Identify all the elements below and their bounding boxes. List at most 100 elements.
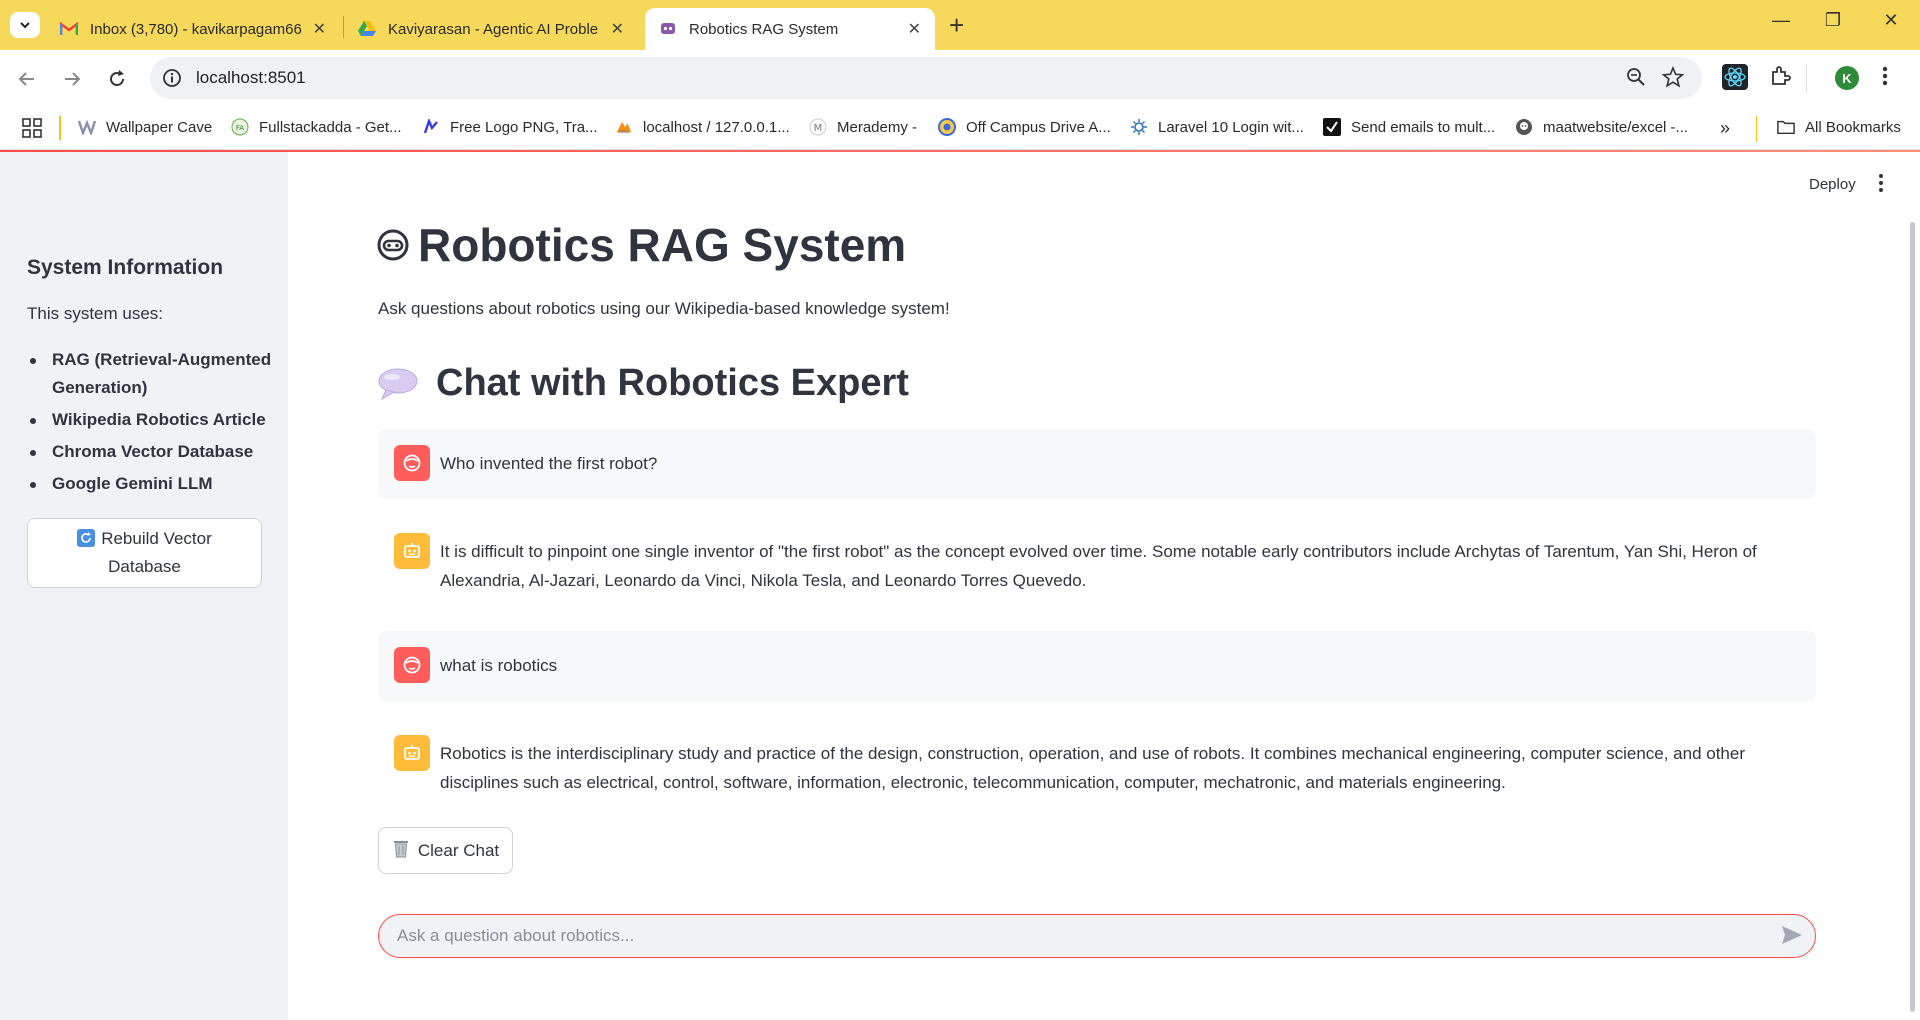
bookmark-item[interactable]: Send emails to mult... [1323, 118, 1495, 136]
svg-text:FA: FA [236, 124, 244, 132]
email-icon [1323, 118, 1341, 136]
fullstackadda-icon: FA [231, 118, 249, 136]
browser-toolbar: localhost:8501 [0, 50, 1920, 108]
react-devtools-icon[interactable] [1722, 64, 1748, 95]
address-bar[interactable]: localhost:8501 [150, 57, 1702, 99]
back-button[interactable] [12, 64, 42, 94]
close-icon[interactable]: ✕ [900, 19, 921, 39]
chat-header: Chat with Robotics Expert [376, 362, 909, 405]
page-subtitle: Ask questions about robotics using our W… [378, 299, 950, 318]
off-campus-icon [938, 118, 956, 136]
browser-menu-icon[interactable] [1880, 64, 1890, 93]
bookmark-item[interactable]: PMA localhost / 127.0.0.1... [615, 118, 790, 136]
tab-title: Inbox (3,780) - kavikarpagam66 [90, 20, 302, 38]
phpmyadmin-icon: PMA [615, 118, 633, 136]
merademy-icon: M [809, 118, 827, 136]
google-drive-icon [358, 20, 376, 38]
arrow-right-icon [65, 72, 81, 86]
clear-chat-button[interactable]: Clear Chat [378, 827, 513, 874]
extensions-icon[interactable] [1768, 64, 1792, 93]
main-content: Deploy Robotics RAG System Ask questions… [288, 152, 1920, 1020]
bookmarks-divider [59, 116, 61, 140]
zoom-icon[interactable] [1626, 67, 1646, 92]
url-text: localhost:8501 [196, 68, 306, 87]
chat-message-assistant: Robotics is the interdisciplinary study … [378, 719, 1816, 819]
tab-title: Kaviyarasan - Agentic AI Proble [388, 20, 599, 38]
chat-message-assistant: It is difficult to pinpoint one single i… [378, 517, 1816, 617]
reload-icon [110, 70, 124, 86]
tab-strip: Inbox (3,780) - kavikarpagam66 ✕ Kaviyar… [0, 0, 1920, 50]
bookmark-item[interactable]: FA Fullstackadda - Get... [231, 118, 402, 136]
user-avatar-icon [394, 445, 430, 481]
forward-button[interactable] [57, 64, 87, 94]
message-text: Robotics is the interdisciplinary study … [440, 744, 1746, 792]
tab-search-button[interactable] [10, 12, 40, 38]
site-info-icon[interactable] [162, 68, 182, 93]
folder-icon [1777, 118, 1795, 136]
bookmarks-bar: Wallpaper Cave FA Fullstackadda - Get...… [0, 108, 1920, 150]
github-icon [1515, 118, 1533, 136]
bookmark-star-icon[interactable] [1661, 65, 1685, 93]
restore-icon[interactable]: ❐ [1810, 10, 1856, 31]
bookmark-item[interactable]: Laravel 10 Login wit... [1130, 118, 1304, 136]
chat-header-text: Chat with Robotics Expert [436, 362, 909, 404]
robot-face-icon [376, 228, 410, 262]
sidebar-title: System Information [27, 256, 224, 279]
list-item: Wikipedia Robotics Article [30, 406, 272, 434]
close-icon[interactable]: ✕ [603, 19, 624, 39]
sidebar: System Information This system uses: RAG… [0, 152, 288, 1020]
tab-google-drive[interactable]: Kaviyarasan - Agentic AI Proble ✕ [344, 8, 638, 50]
bookmark-item[interactable]: M Merademy - [809, 118, 917, 136]
user-avatar-icon [394, 647, 430, 683]
svg-text:M: M [814, 123, 823, 134]
arrow-left-icon [18, 72, 34, 86]
page-title-text: Robotics RAG System [418, 219, 907, 271]
bookmarks-divider [1756, 116, 1757, 142]
more-bookmarks-icon[interactable]: » [1720, 118, 1730, 139]
list-item: RAG (Retrieval-Augmented Generation) [30, 346, 272, 402]
tab-robotics-rag[interactable]: Robotics RAG System ✕ [645, 8, 935, 50]
toolbar-divider [1806, 64, 1807, 92]
window-close-icon[interactable]: ✕ [1868, 10, 1914, 31]
apps-grid-icon[interactable] [22, 118, 42, 138]
speech-bubble-icon [376, 366, 420, 402]
rebuild-vector-database-button[interactable]: Rebuild Vector Database [27, 518, 262, 588]
chat-message-user: Who invented the first robot? [378, 429, 1816, 499]
assistant-avatar-icon [394, 533, 430, 569]
send-icon[interactable] [1781, 925, 1803, 950]
chat-input-box [378, 914, 1816, 958]
profile-avatar[interactable]: K [1835, 66, 1859, 90]
bookmark-item[interactable]: Wallpaper Cave [78, 118, 212, 136]
bookmark-item[interactable]: Free Logo PNG, Tra... [422, 118, 598, 136]
message-text: what is robotics [440, 656, 558, 675]
streamlit-icon [659, 20, 677, 38]
list-item: Chroma Vector Database [30, 438, 272, 466]
page-title: Robotics RAG System [376, 218, 906, 272]
list-item: Google Gemini LLM [30, 470, 272, 498]
rebuild-button-label: Rebuild Vector Database [101, 529, 212, 576]
reload-button[interactable] [102, 64, 132, 94]
gmail-icon [60, 20, 78, 38]
message-text: Who invented the first robot? [440, 454, 658, 473]
message-text: It is difficult to pinpoint one single i… [440, 542, 1757, 590]
scrollbar[interactable] [1910, 222, 1915, 1012]
close-icon[interactable]: ✕ [305, 19, 326, 39]
assistant-avatar-icon [394, 735, 430, 771]
bookmark-item[interactable]: Off Campus Drive A... [938, 118, 1111, 136]
tab-gmail[interactable]: Inbox (3,780) - kavikarpagam66 ✕ [46, 8, 340, 50]
tab-title: Robotics RAG System [689, 20, 839, 38]
svg-text:PMA: PMA [619, 129, 630, 135]
minimize-icon[interactable]: — [1758, 10, 1804, 31]
sidebar-intro: This system uses: [27, 304, 164, 323]
chat-input[interactable] [397, 915, 1737, 956]
all-bookmarks-button[interactable]: All Bookmarks [1777, 118, 1901, 136]
chat-message-user: what is robotics [378, 631, 1816, 701]
bookmark-item[interactable]: maatwebsite/excel -... [1515, 118, 1688, 136]
logo-png-icon [422, 118, 440, 136]
wallpaper-cave-icon [78, 118, 96, 136]
app-menu-icon[interactable] [1877, 172, 1885, 199]
sidebar-feature-list: RAG (Retrieval-Augmented Generation) Wik… [30, 346, 272, 502]
new-tab-button[interactable]: + [949, 12, 964, 38]
deploy-button[interactable]: Deploy [1809, 176, 1856, 193]
clear-chat-label: Clear Chat [417, 840, 500, 860]
